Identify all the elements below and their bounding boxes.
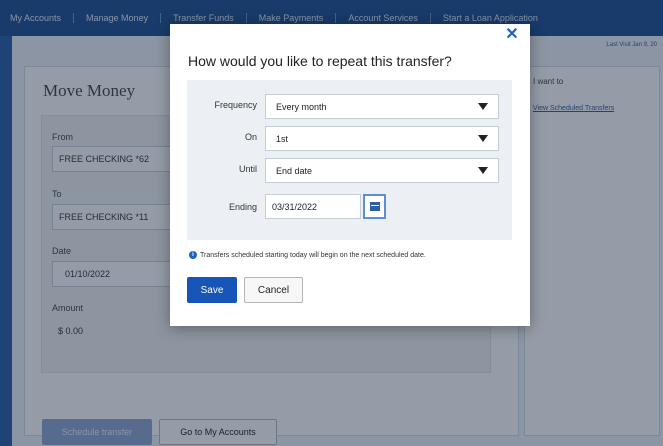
frequency-select[interactable]: Every month	[265, 94, 499, 119]
cancel-button[interactable]: Cancel	[244, 277, 303, 303]
repeat-options-form: Frequency Every month On 1st Until End d…	[187, 80, 512, 240]
on-day-value: 1st	[276, 133, 289, 144]
repeat-transfer-dialog: ✕ How would you like to repeat this tran…	[170, 24, 530, 326]
calendar-icon	[369, 202, 380, 211]
dialog-title: How would you like to repeat this transf…	[188, 53, 452, 69]
save-button[interactable]: Save	[187, 277, 237, 303]
chevron-down-icon	[478, 167, 488, 174]
on-label: On	[244, 132, 257, 142]
calendar-button[interactable]	[363, 194, 386, 219]
on-day-select[interactable]: 1st	[265, 126, 499, 151]
ending-label: Ending	[228, 202, 257, 212]
chevron-down-icon	[478, 135, 488, 142]
info-icon: i	[189, 251, 197, 259]
until-label: Until	[238, 164, 257, 174]
close-icon[interactable]: ✕	[502, 24, 522, 44]
chevron-down-icon	[478, 103, 488, 110]
until-value: End date	[276, 165, 313, 176]
frequency-label: Frequency	[214, 100, 257, 110]
info-note: i Transfers scheduled starting today wil…	[189, 251, 426, 259]
ending-date-input[interactable]: 03/31/2022	[265, 194, 361, 219]
until-select[interactable]: End date	[265, 158, 499, 183]
info-text: Transfers scheduled starting today will …	[200, 251, 426, 259]
frequency-value: Every month	[276, 101, 327, 112]
ending-date-value: 03/31/2022	[272, 201, 318, 212]
